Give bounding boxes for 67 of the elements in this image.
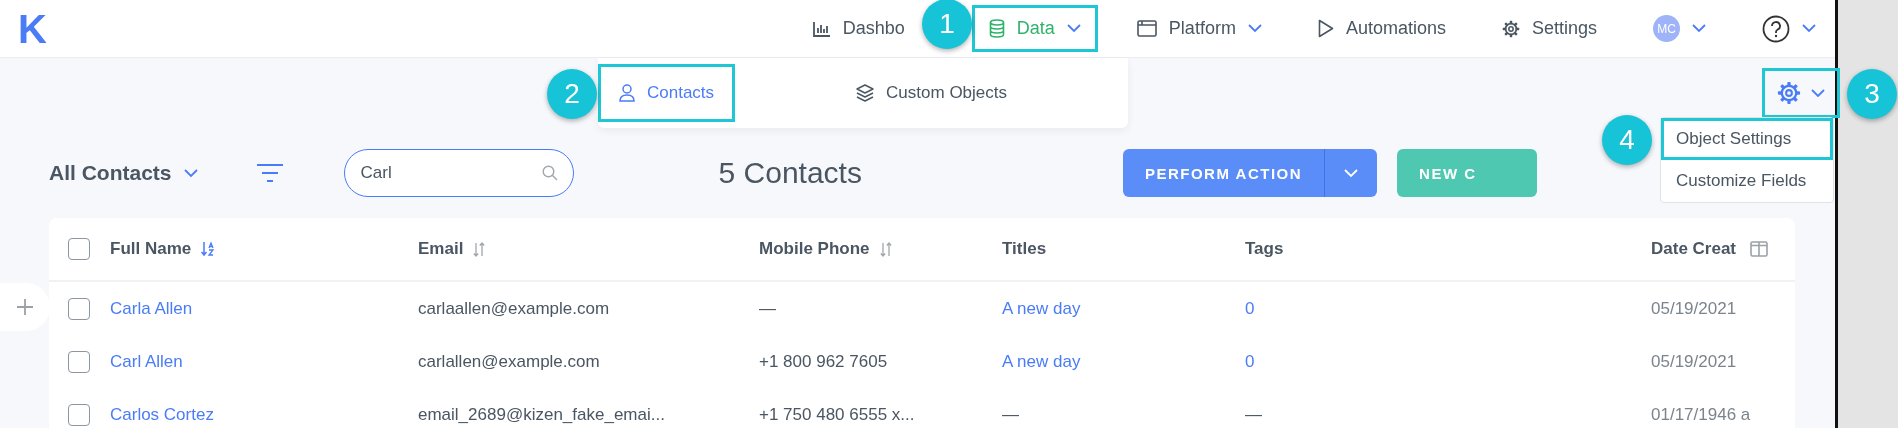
plus-icon — [16, 298, 34, 316]
table-cell: — — [759, 298, 776, 319]
chevron-icon — [1066, 24, 1081, 33]
nav-item[interactable]: Dashbo — [795, 5, 922, 52]
window-icon — [1136, 20, 1157, 37]
table-link[interactable]: 0 — [1245, 351, 1255, 372]
table-link[interactable]: A new day — [1002, 351, 1081, 372]
search-icon — [541, 165, 558, 181]
table-cell: +1 800 962 7605 — [759, 351, 888, 372]
settings-button[interactable] — [1762, 68, 1840, 118]
chevron-icon — [183, 168, 198, 178]
column-header[interactable]: Titles — [1002, 239, 1047, 259]
submenu-item[interactable]: Custom Objects — [835, 64, 1029, 122]
chevron-icon — [1811, 88, 1825, 98]
table-cell: 01/17/1946 a — [1651, 404, 1751, 425]
play-icon — [1317, 19, 1334, 38]
table-link[interactable]: Carla Allen — [110, 298, 193, 319]
column-header[interactable]: Tags — [1245, 239, 1284, 259]
help-icon — [1762, 14, 1790, 43]
table-link[interactable]: 0 — [1245, 298, 1255, 319]
column-header[interactable]: Date Creat — [1651, 239, 1737, 259]
menu-item[interactable]: Customize Fields — [1661, 160, 1833, 202]
menu-item[interactable]: Object Settings — [1661, 118, 1833, 160]
table-cell: — — [1245, 404, 1262, 425]
add-row-button[interactable] — [0, 283, 50, 331]
row-checkbox[interactable] — [68, 297, 90, 320]
row-checkbox[interactable] — [68, 350, 90, 373]
table-cell: carlaallen@example.com — [418, 298, 610, 319]
filter-icon[interactable] — [255, 163, 284, 183]
table-cell: — — [1002, 404, 1019, 425]
table-cell: 05/19/2021 — [1651, 351, 1737, 372]
layers-icon — [856, 84, 875, 102]
column-header[interactable]: Email — [418, 239, 464, 259]
chevron-icon — [1692, 24, 1706, 33]
avatar-icon: MC — [1653, 15, 1680, 42]
settings-icon — [1777, 81, 1801, 105]
row-checkbox[interactable] — [68, 403, 90, 426]
person-icon — [619, 84, 635, 102]
table-cell: +1 750 480 6555 x... — [759, 404, 915, 425]
bar-chart-icon — [812, 20, 831, 37]
table-cell: email_2689@kizen_fake_emai... — [418, 404, 665, 425]
column-header[interactable]: Mobile Phone — [759, 239, 870, 259]
chevron-icon — [1802, 24, 1816, 33]
table-link[interactable]: Carl Allen — [110, 351, 183, 372]
chevron-icon — [1344, 168, 1359, 178]
column-header[interactable]: Full Name — [110, 239, 192, 259]
view-dropdown[interactable]: All Contacts — [49, 161, 198, 185]
sort-icon[interactable] — [473, 241, 486, 257]
search-field[interactable]: Carl — [343, 149, 574, 197]
select-all-checkbox[interactable] — [68, 238, 90, 260]
nav-item[interactable]: Automations — [1300, 5, 1463, 52]
nav-item[interactable]: Platform — [1119, 5, 1279, 52]
chevron-icon — [1247, 24, 1262, 33]
sort-icon[interactable] — [879, 241, 892, 257]
table-link[interactable]: A new day — [1002, 298, 1081, 319]
submenu-item[interactable]: Contacts — [598, 64, 736, 122]
logo[interactable]: K — [18, 8, 47, 49]
database-icon — [988, 19, 1005, 38]
columns-icon[interactable] — [1750, 241, 1768, 257]
table-link[interactable]: Carlos Cortez — [110, 404, 214, 425]
table-cell: carlallen@example.com — [418, 351, 600, 372]
contact-count: 5 Contacts — [718, 156, 862, 190]
step-badge: 3 — [1847, 69, 1897, 119]
nav-item[interactable]: Settings — [1484, 5, 1614, 52]
sort-az-icon[interactable] — [201, 241, 216, 257]
settings-icon — [1501, 19, 1520, 38]
table-cell: 05/19/2021 — [1651, 298, 1737, 319]
